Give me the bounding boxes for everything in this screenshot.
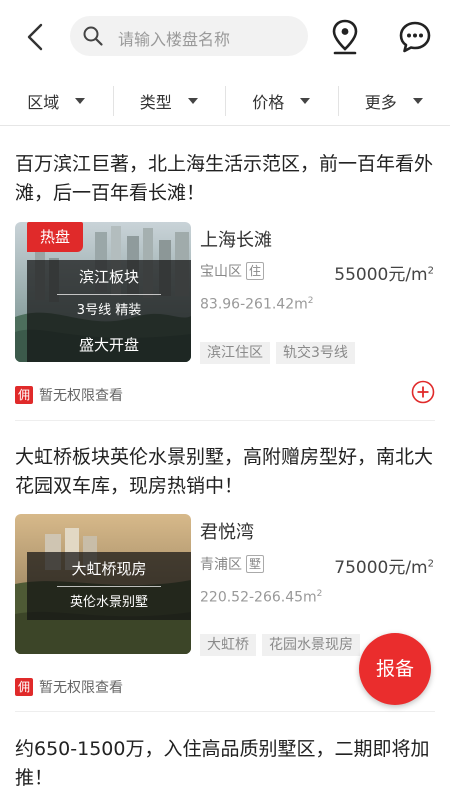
filter-region[interactable]: 区域 [0,76,113,126]
listing-area: 83.96-261.42m2 [200,296,314,313]
overlay-divider [57,586,161,587]
filter-price[interactable]: 价格 [225,76,338,126]
tag-chip: 滨江住区 [200,342,270,364]
search-placeholder: 请输入楼盘名称 [118,30,231,49]
plus-circle-icon[interactable] [411,380,435,404]
caret-down-icon [412,97,423,104]
caret-down-icon [75,97,86,104]
caret-down-icon [300,97,311,104]
report-fab-button[interactable]: 报备 [359,633,431,705]
top-bar: 请输入楼盘名称 [0,0,450,76]
listing-title: 大虹桥板块英伦水景别墅，高附赠房型好，南北大花园双车库，现房热销中！ [15,446,434,497]
listing-area: 220.52-266.45m2 [200,589,323,606]
location-pin-icon[interactable] [330,18,360,56]
commission-badge: 佣 [15,386,33,404]
caret-down-icon [187,97,198,104]
commission-text: 暂无权限查看 [39,680,123,696]
search-input[interactable]: 请输入楼盘名称 [70,16,308,56]
property-type-tag: 住 [246,262,265,280]
commission-badge: 佣 [15,678,33,696]
filter-bar: 区域 类型 价格 更多 [0,76,450,126]
listing-tags: 滨江住区 轨交3号线 [200,342,355,364]
property-type-tag: 墅 [246,555,265,573]
filter-more[interactable]: 更多 [337,76,450,126]
search-icon [82,25,104,47]
tag-chip: 花园水景现房 [262,634,360,656]
tag-chip: 轨交3号线 [276,342,355,364]
commission-row: 佣 暂无权限查看 [15,385,123,405]
listing-image[interactable]: 热盘 滨江板块 3号线 精装 盛大开盘 [15,222,191,362]
listing-district: 青浦区墅 [200,554,265,574]
divider [15,420,435,421]
listing-image[interactable]: 大虹桥现房 英伦水景别墅 [15,514,191,654]
listing-price: 75000元/m2 [334,558,434,578]
listing-name: 上海长滩 [200,230,272,251]
listing-district: 宝山区住 [200,261,265,281]
back-arrow-icon[interactable] [22,22,50,52]
tag-chip: 大虹桥 [200,634,256,656]
overlay-text: 英伦水景别墅 [27,586,191,620]
overlay-text: 盛大开盘 [27,328,191,362]
overlay-text: 滨江板块 [27,260,191,294]
hot-badge: 热盘 [27,222,83,252]
overlay-text: 3号线 精装 [27,294,191,328]
overlay-text: 大虹桥现房 [27,552,191,586]
commission-row: 佣 暂无权限查看 [15,677,123,697]
divider [15,711,435,712]
listing-price: 55000元/m2 [334,265,434,285]
listing-tags: 大虹桥 花园水景现房 [200,634,360,656]
listing-title: 约650-1500万，入住高品质别墅区，二期即将加推！ [15,738,430,789]
message-icon[interactable] [398,20,432,54]
filter-type[interactable]: 类型 [112,76,226,126]
commission-text: 暂无权限查看 [39,388,123,404]
overlay-divider [57,294,161,295]
listing-name: 君悦湾 [200,522,254,543]
listing-title: 百万滨江巨著，北上海生活示范区，前一百年看外滩，后一百年看长滩！ [15,153,434,204]
